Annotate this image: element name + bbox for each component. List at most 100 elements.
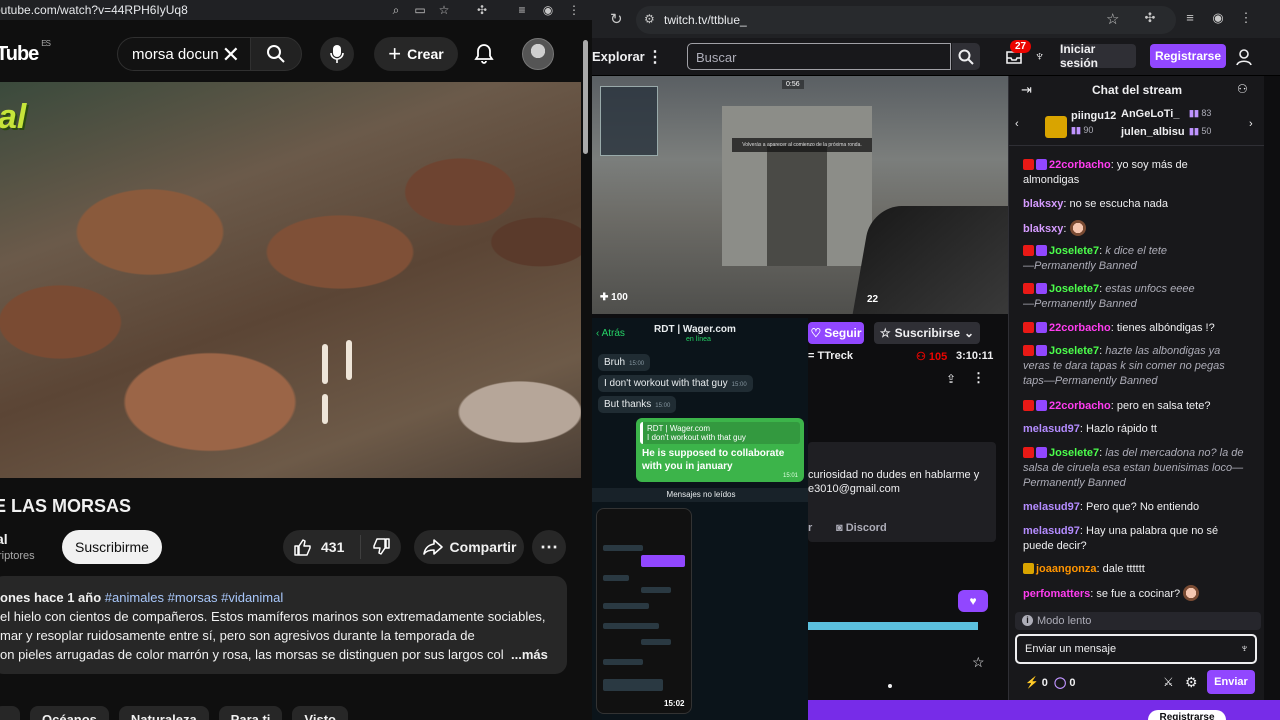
game-minimap xyxy=(600,86,658,156)
dislike-button[interactable] xyxy=(361,537,401,557)
heart-reaction-button[interactable]: ♥ xyxy=(958,590,988,612)
leader-bits: ▮▮ 90 xyxy=(1071,125,1094,135)
search-button[interactable] xyxy=(250,37,302,71)
chevron-right-icon[interactable]: › xyxy=(1249,118,1253,130)
bookmark-star-icon[interactable]: ☆ xyxy=(436,2,452,18)
notifications-bell-icon[interactable] xyxy=(472,42,496,66)
voice-search-button[interactable] xyxy=(320,37,354,71)
reload-icon[interactable]: ↻ xyxy=(610,10,623,28)
slow-mode-notice: i Modo lento xyxy=(1015,612,1261,630)
bits-icon[interactable]: ♆ xyxy=(1034,48,1045,65)
zoom-icon[interactable]: ⌕ xyxy=(388,2,404,18)
mod-tools-icon[interactable]: ⚔ xyxy=(1163,675,1174,689)
contact-status: en línea xyxy=(686,336,711,343)
leader-bits: ▮▮ 83 xyxy=(1189,108,1212,118)
bookmark-star-icon[interactable]: ☆ xyxy=(1106,10,1119,28)
send-message-button[interactable]: Enviar xyxy=(1207,670,1255,694)
phone-message xyxy=(641,555,685,567)
extensions-icon[interactable]: ✣ xyxy=(474,2,490,18)
chip[interactable]: Visto xyxy=(292,706,348,720)
chip[interactable]: Océanos xyxy=(30,706,109,720)
explore-link[interactable]: Explorar xyxy=(592,49,645,64)
follow-button[interactable]: ♡ Seguir xyxy=(808,322,864,344)
create-button[interactable]: + Crear xyxy=(374,37,458,71)
chat-message: perfomatters: se fue a cocinar? xyxy=(1023,585,1245,602)
page-scrollbar[interactable] xyxy=(583,40,588,154)
more-options-icon[interactable]: ⋮ xyxy=(972,370,985,386)
description-meta: ones hace 1 año xyxy=(0,590,102,605)
chip[interactable] xyxy=(0,706,20,720)
subscribe-button[interactable]: Suscribirme xyxy=(62,530,162,564)
chip[interactable]: Para ti xyxy=(218,706,283,720)
video-description[interactable]: ones hace 1 año #animales #morsas #vidan… xyxy=(0,576,567,674)
more-menu-icon[interactable]: ⋮ xyxy=(647,47,663,67)
chevron-left-icon[interactable]: ‹ xyxy=(1015,118,1019,130)
youtube-logo[interactable]: Tube ES xyxy=(0,39,51,66)
community-icon[interactable]: ⚇ xyxy=(1237,82,1248,96)
discord-link[interactable]: ◙ Discord xyxy=(836,522,887,534)
video-player[interactable]: al xyxy=(0,82,581,478)
subscribe-button[interactable]: ☆ Suscribirse ⌄ xyxy=(874,322,980,344)
more-actions-button[interactable]: ⋯ xyxy=(532,530,566,564)
carousel-dot[interactable] xyxy=(888,684,892,688)
login-button[interactable]: Iniciar sesión xyxy=(1060,42,1136,70)
chat-bubble: I don't workout with that guy 15:00 xyxy=(598,375,753,392)
reply-time: 15:01 xyxy=(782,473,798,479)
profile-icon[interactable]: ◉ xyxy=(1210,10,1226,26)
game-scene-door xyxy=(767,146,827,266)
leader-name[interactable]: piingu12 xyxy=(1071,110,1116,122)
create-label: Crear xyxy=(407,46,444,62)
twitch-window: ↻ ⚙ twitch.tv/ttblue_ ☆ ✣ ≡ ◉ ⋮ Explorar… xyxy=(592,0,1280,720)
stream-player[interactable]: Volverás a aparecer al comienzo de la pr… xyxy=(592,76,1008,314)
stream-category[interactable]: = TTreck xyxy=(808,350,853,362)
outgoing-reply-bubble: RDT | Wager.com I don't workout with that… xyxy=(636,418,804,482)
twitch-search-input[interactable]: Buscar xyxy=(687,43,951,70)
browser-menu-icon[interactable]: ⋮ xyxy=(1238,10,1254,26)
more-dots-icon: ⋯ xyxy=(540,536,558,557)
description-hashtags[interactable]: #animales #morsas #vidanimal xyxy=(105,590,283,605)
search-input[interactable]: morsa docun ✕ xyxy=(117,37,251,71)
browser-menu-icon[interactable]: ⋮ xyxy=(566,2,582,18)
clear-search-icon[interactable]: ✕ xyxy=(222,42,240,68)
leader-name[interactable]: julen_albisu xyxy=(1121,126,1185,138)
back-button[interactable]: ‹ Atrás xyxy=(596,328,625,339)
banner-signup-button[interactable]: Registrarse xyxy=(1148,710,1226,720)
youtube-address-bar[interactable]: outube.com/watch?v=44RPH6IyUq8 ⌕ ▭ ☆ ✣ ≡… xyxy=(0,0,592,20)
profile-icon[interactable]: ◉ xyxy=(540,2,556,18)
walrus-tusk xyxy=(322,394,328,424)
like-button[interactable]: 431 xyxy=(283,535,361,559)
twitch-search-button[interactable] xyxy=(952,43,980,70)
extensions-icon[interactable]: ✣ xyxy=(1142,10,1158,26)
chip[interactable]: Naturaleza xyxy=(118,706,209,720)
channel-points[interactable]: ⚡ 0 ◯ 0 xyxy=(1025,676,1076,689)
share-button[interactable]: Compartir xyxy=(414,530,524,564)
show-more-link[interactable]: ...más xyxy=(507,645,548,664)
panel-link[interactable]: r xyxy=(808,522,812,534)
media-icon[interactable]: ≡ xyxy=(514,2,530,18)
chat-message-input[interactable]: Enviar un mensaje ♆ xyxy=(1015,634,1257,664)
leader-name[interactable]: AnGeLoTi_ xyxy=(1121,108,1179,120)
chat-settings-gear-icon[interactable]: ⚙ xyxy=(1185,674,1198,691)
phone-message xyxy=(641,639,671,645)
search-icon xyxy=(267,45,285,63)
user-menu-icon[interactable] xyxy=(1235,48,1253,66)
site-info-icon[interactable]: ⚙ xyxy=(644,12,655,26)
address-bar[interactable]: ⚙ twitch.tv/ttblue_ xyxy=(636,6,1176,34)
share-icon[interactable]: ⇪ xyxy=(946,372,956,386)
account-avatar[interactable] xyxy=(522,38,554,70)
contact-name[interactable]: RDT | Wager.com xyxy=(654,324,736,335)
description-line: on pieles arrugadas de color marrón y ro… xyxy=(0,647,504,662)
channel-name[interactable]: al xyxy=(0,531,8,547)
youtube-url[interactable]: outube.com/watch?v=44RPH6IyUq8 xyxy=(0,3,188,17)
star-icon[interactable]: ☆ xyxy=(972,654,985,671)
bits-icon[interactable]: ♆ xyxy=(1240,641,1249,655)
chat-header: ⇥ Chat del stream ⚇ xyxy=(1009,76,1265,104)
cast-icon[interactable]: ▭ xyxy=(412,2,428,18)
media-icon[interactable]: ≡ xyxy=(1182,10,1198,26)
signup-button[interactable]: Registrarse xyxy=(1150,44,1226,68)
chat-message: Joselete7: estas unfocs eeee —Permanently… xyxy=(1023,283,1195,310)
game-ammo: 22 xyxy=(867,294,879,305)
related-chips: Océanos Naturaleza Para ti Visto xyxy=(0,706,348,720)
page-scrollbar[interactable] xyxy=(1264,76,1280,720)
chat-message: melasud97: Hazlo rápido tt xyxy=(1023,423,1157,435)
